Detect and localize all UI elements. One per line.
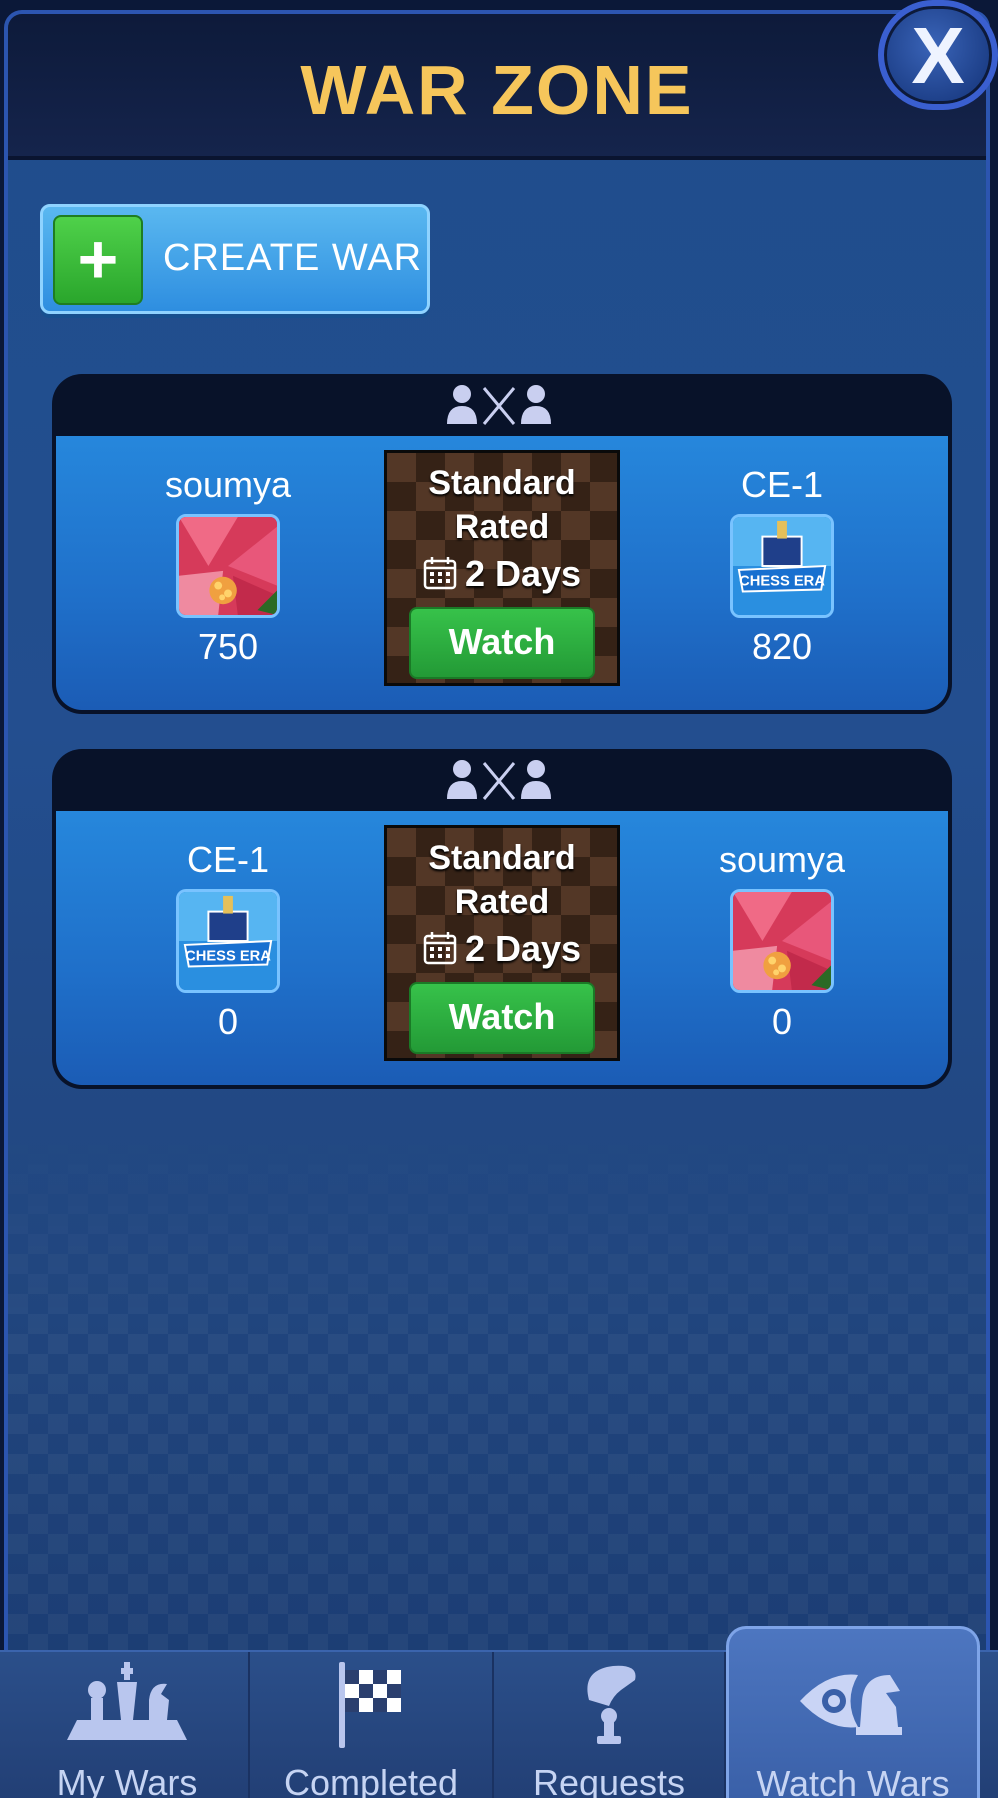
game-mode: Standard Rated [387, 836, 617, 924]
player-score: 0 [771, 1001, 793, 1042]
watch-button[interactable]: Watch [409, 982, 595, 1054]
hand-with-pawn-icon [587, 1665, 636, 1744]
player-score: 820 [751, 626, 813, 667]
player-name: soumya [718, 839, 846, 880]
avatar: CHESS ERA [730, 514, 834, 618]
tab-my-wars[interactable]: My Wars [6, 1652, 250, 1798]
mode-line-standard: Standard [428, 839, 576, 877]
war-card-body: CE-1 CHESS ERA 0 Standard Rated 2 Days W… [56, 811, 948, 1085]
page-title: WAR ZONE [300, 51, 694, 129]
mode-line-standard: Standard [428, 464, 576, 502]
game-mode: Standard Rated [387, 461, 617, 549]
tab-watch-wars[interactable]: Watch Wars [726, 1626, 980, 1798]
checkered-flag-icon [339, 1662, 401, 1748]
mode-line-rated: Rated [454, 883, 550, 921]
checker-pattern [8, 1114, 986, 1674]
game-board-preview: Standard Rated 2 Days Watch [384, 825, 620, 1061]
eye-with-knight-icon [800, 1674, 902, 1735]
bottom-nav: My Wars Completed Requests Watch Wars [0, 1626, 998, 1798]
players-vs-swords-icon [447, 385, 551, 425]
avatar [730, 889, 834, 993]
header: WAR ZONE [8, 14, 986, 160]
players-vs-swords-icon [447, 760, 551, 800]
right-player: soumya 0 [682, 839, 882, 1043]
avatar: CHESS ERA [176, 889, 280, 993]
left-player: soumya 750 [128, 464, 328, 668]
hibiscus-avatar-icon [179, 517, 277, 615]
player-name: soumya [164, 464, 292, 505]
chess-era-logo-icon: CHESS ERA [733, 517, 831, 615]
tab-label: Requests [532, 1762, 686, 1798]
svg-text:CHESS ERA: CHESS ERA [739, 574, 825, 590]
game-duration: 2 Days [387, 928, 617, 970]
plus-icon: + [53, 215, 143, 305]
create-war-button[interactable]: + CREATE WAR [40, 204, 430, 314]
right-player: CE-1 CHESS ERA 820 [682, 464, 882, 668]
avatar [176, 514, 280, 618]
player-score: 750 [197, 626, 259, 667]
watch-button[interactable]: Watch [409, 607, 595, 679]
screen: WAR ZONE + CREATE WAR soumya 750 Standar… [0, 0, 998, 1798]
tab-requests[interactable]: Requests [494, 1652, 726, 1798]
vs-band [52, 749, 952, 811]
war-card: soumya 750 Standard Rated 2 Days Watch C… [52, 374, 952, 714]
vs-band [52, 374, 952, 436]
war-card-body: soumya 750 Standard Rated 2 Days Watch C… [56, 436, 948, 710]
duration-text: 2 Days [464, 928, 582, 969]
tab-label: Completed [283, 1762, 459, 1798]
close-button[interactable]: X [878, 0, 998, 110]
game-board-preview: Standard Rated 2 Days Watch [384, 450, 620, 686]
tab-label: My Wars [56, 1762, 198, 1798]
war-card: CE-1 CHESS ERA 0 Standard Rated 2 Days W… [52, 749, 952, 1089]
war-zone-panel: WAR ZONE + CREATE WAR soumya 750 Standar… [4, 10, 990, 1798]
tab-completed[interactable]: Completed [250, 1652, 494, 1798]
mode-line-rated: Rated [454, 508, 550, 546]
player-name: CE-1 [740, 464, 824, 505]
create-war-label: CREATE WAR [163, 237, 423, 279]
tab-label: Watch Wars [756, 1763, 950, 1798]
calendar-icon [423, 932, 457, 965]
chess-pieces-icon [67, 1662, 187, 1740]
player-name: CE-1 [186, 839, 270, 880]
chess-era-logo-icon: CHESS ERA [179, 892, 277, 990]
game-duration: 2 Days [387, 553, 617, 595]
duration-text: 2 Days [464, 553, 582, 594]
hibiscus-avatar-icon [733, 892, 831, 990]
svg-text:CHESS ERA: CHESS ERA [185, 949, 271, 965]
calendar-icon [423, 557, 457, 590]
left-player: CE-1 CHESS ERA 0 [128, 839, 328, 1043]
player-score: 0 [217, 1001, 239, 1042]
